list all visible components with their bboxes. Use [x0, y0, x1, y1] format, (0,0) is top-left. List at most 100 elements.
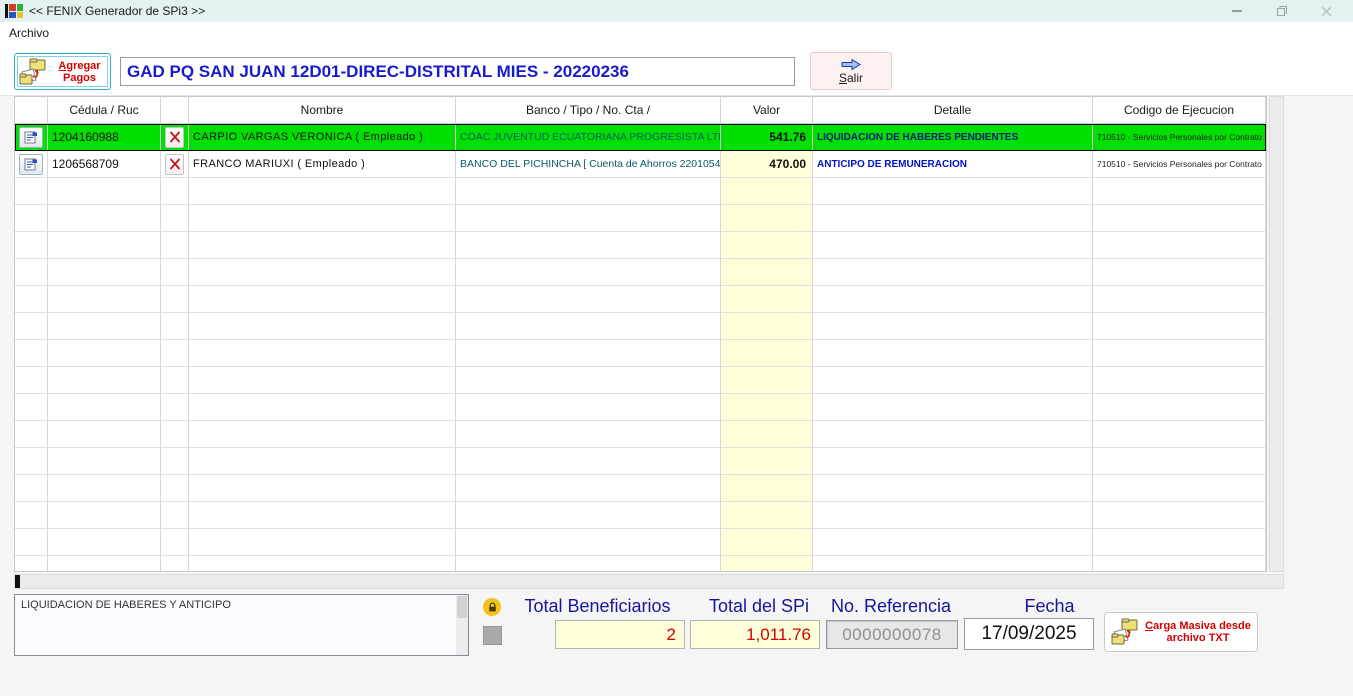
- nombre-cell: [189, 313, 456, 340]
- cedula-cell: [48, 529, 161, 556]
- banco-cell: [456, 529, 721, 556]
- delete-cell: [161, 340, 189, 367]
- banco-cell: [456, 286, 721, 313]
- detalle-cell: [813, 502, 1093, 529]
- gray-square-button[interactable]: [483, 626, 502, 645]
- cedula-cell: [48, 448, 161, 475]
- fecha-input[interactable]: 17/09/2025: [964, 618, 1094, 650]
- agregar-pagos-label: Agregar Pagos: [53, 60, 106, 84]
- detalle-general-textarea[interactable]: LIQUIDACION DE HABERES Y ANTICIPO: [14, 594, 469, 656]
- cedula-cell: [48, 421, 161, 448]
- memo-scrollbar[interactable]: [456, 595, 468, 655]
- detalle-cell: [813, 286, 1093, 313]
- edit-cell: [15, 529, 48, 556]
- banco-cell: [456, 421, 721, 448]
- edit-cell: [15, 475, 48, 502]
- delete-cell: [161, 394, 189, 421]
- menu-archivo[interactable]: Archivo: [0, 24, 58, 42]
- table-row: [15, 232, 1266, 259]
- codigo-cell: [1093, 394, 1266, 421]
- salir-label: Salir: [839, 71, 863, 85]
- edit-cell: [15, 178, 48, 205]
- agregar-pagos-button[interactable]: Agregar Pagos: [14, 53, 111, 90]
- valor-cell: [721, 232, 813, 259]
- edit-cell: [15, 124, 48, 151]
- codigo-cell: [1093, 367, 1266, 394]
- nombre-cell: [189, 205, 456, 232]
- batch-title-input[interactable]: [120, 57, 795, 86]
- edit-cell: [15, 394, 48, 421]
- edit-cell: [15, 448, 48, 475]
- codigo-cell: [1093, 502, 1266, 529]
- valor-cell: [721, 367, 813, 394]
- cedula-cell: [48, 394, 161, 421]
- minimize-button[interactable]: [1214, 0, 1259, 22]
- table-header: Cédula / Ruc Nombre Banco / Tipo / No. C…: [15, 97, 1266, 124]
- valor-cell: 541.76: [721, 124, 813, 151]
- codigo-cell: [1093, 259, 1266, 286]
- detalle-cell: [813, 205, 1093, 232]
- cedula-cell: 1206568709: [48, 151, 161, 178]
- banco-cell: [456, 367, 721, 394]
- banco-cell: [456, 475, 721, 502]
- codigo-cell: [1093, 205, 1266, 232]
- cedula-cell: [48, 232, 161, 259]
- delete-cell: [161, 475, 189, 502]
- delete-cell: [161, 502, 189, 529]
- maximize-button[interactable]: [1259, 0, 1304, 22]
- header-cedula: Cédula / Ruc: [48, 97, 161, 124]
- valor-cell: [721, 394, 813, 421]
- table-body: 1204160988 CARPIO VARGAS VERONICA ( Empl…: [15, 124, 1266, 572]
- codigo-cell: 710510 - Servicios Personales por Contra…: [1093, 151, 1266, 178]
- banco-cell: [456, 502, 721, 529]
- codigo-cell: [1093, 313, 1266, 340]
- codigo-cell: 710510 - Servicios Personales por Contra…: [1093, 124, 1266, 151]
- valor-cell: [721, 475, 813, 502]
- nombre-cell: [189, 367, 456, 394]
- edit-cell: [15, 367, 48, 394]
- header-nombre: Nombre: [189, 97, 456, 124]
- salir-button[interactable]: Salir: [810, 52, 892, 90]
- valor-cell: [721, 313, 813, 340]
- nombre-cell: [189, 286, 456, 313]
- edit-cell: [15, 205, 48, 232]
- delete-row-button[interactable]: [165, 154, 184, 175]
- delete-cell: [161, 448, 189, 475]
- edit-cell: [15, 259, 48, 286]
- delete-cell: [161, 259, 189, 286]
- detalle-cell: [813, 529, 1093, 556]
- valor-cell: [721, 556, 813, 572]
- cedula-cell: [48, 313, 161, 340]
- nombre-cell: FRANCO MARIUXI ( Empleado ): [189, 151, 456, 178]
- banco-cell: [456, 394, 721, 421]
- total-spi-label: Total del SPi: [695, 596, 823, 617]
- table-vertical-scrollbar[interactable]: [1269, 96, 1284, 572]
- detalle-cell: [813, 232, 1093, 259]
- detalle-cell: [813, 313, 1093, 340]
- delete-cell: [161, 529, 189, 556]
- table-row: [15, 340, 1266, 367]
- valor-cell: [721, 448, 813, 475]
- close-icon[interactable]: [1304, 0, 1349, 22]
- delete-row-button[interactable]: [165, 127, 184, 148]
- detalle-cell: [813, 475, 1093, 502]
- edit-row-button[interactable]: [19, 154, 43, 175]
- header-banco: Banco / Tipo / No. Cta /: [456, 97, 721, 124]
- valor-cell: [721, 502, 813, 529]
- codigo-cell: [1093, 421, 1266, 448]
- table-horizontal-scrollbar[interactable]: [14, 574, 1284, 589]
- valor-cell: [721, 286, 813, 313]
- nombre-cell: [189, 448, 456, 475]
- nombre-cell: [189, 259, 456, 286]
- header-codigo: Codigo de Ejecucion: [1093, 97, 1266, 124]
- table-row: 1206568709 FRANCO MARIUXI ( Empleado ) B…: [15, 151, 1266, 178]
- cedula-cell: [48, 556, 161, 572]
- carga-masiva-button[interactable]: Carga Masiva desde archivo TXT: [1104, 612, 1258, 652]
- edit-row-button[interactable]: [19, 127, 43, 148]
- detalle-cell: [813, 178, 1093, 205]
- edit-cell: [15, 286, 48, 313]
- codigo-cell: [1093, 448, 1266, 475]
- cedula-cell: [48, 259, 161, 286]
- delete-cell: [161, 205, 189, 232]
- scrollbar-thumb[interactable]: [15, 575, 20, 588]
